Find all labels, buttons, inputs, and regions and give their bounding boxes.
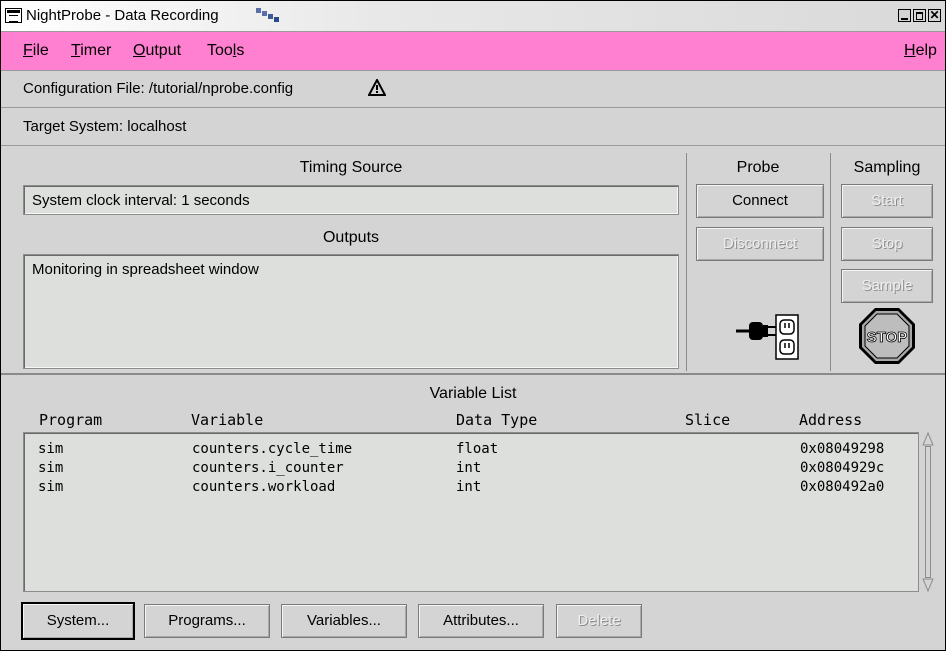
scroll-down-arrow-icon[interactable] <box>922 578 934 592</box>
divider <box>686 153 687 371</box>
cell-program: sim <box>38 441 64 457</box>
cell-data-type: int <box>456 460 482 476</box>
divider <box>830 153 831 371</box>
delete-button[interactable]: Delete <box>556 604 642 638</box>
target-system-label: Target System: localhost <box>23 118 187 135</box>
cell-data-type: float <box>456 441 499 457</box>
menu-file[interactable]: File <box>23 42 49 60</box>
target-row: Target System: localhost <box>1 109 945 146</box>
variables-button[interactable]: Variables... <box>281 604 407 638</box>
menu-output[interactable]: Output <box>133 42 181 60</box>
column-header-data-type[interactable]: Data Type <box>456 411 537 429</box>
outputs-field[interactable]: Monitoring in spreadsheet window <box>23 254 679 369</box>
app-icon[interactable] <box>5 8 22 23</box>
sample-button[interactable]: Sample <box>841 269 933 303</box>
cell-program: sim <box>38 460 64 476</box>
table-row[interactable]: sim counters.i_counter int 0x0804929c <box>24 460 914 477</box>
cell-address: 0x0804929c <box>800 460 885 476</box>
variable-list-title: Variable List <box>429 385 517 402</box>
variable-list[interactable]: sim counters.cycle_time float 0x08049298… <box>23 432 919 592</box>
column-header-program[interactable]: Program <box>39 411 102 429</box>
sampling-header: Sampling <box>853 159 921 176</box>
attributes-button[interactable]: Attributes... <box>418 604 544 638</box>
connect-button[interactable]: Connect <box>696 184 824 218</box>
menu-tools[interactable]: Tools <box>207 42 244 60</box>
stop-button[interactable]: Stop <box>841 227 933 261</box>
outputs-value: Monitoring in spreadsheet window <box>32 261 259 278</box>
start-button[interactable]: Start <box>841 184 933 218</box>
stop-sign-icon: STOP <box>859 308 915 364</box>
maximize-button[interactable] <box>913 9 926 22</box>
config-row: Configuration File: /tutorial/nprobe.con… <box>1 71 945 108</box>
close-button[interactable]: ✕ <box>928 9 941 22</box>
system-button[interactable]: System... <box>21 602 135 640</box>
minimize-button[interactable] <box>898 9 911 22</box>
scroll-up-arrow-icon[interactable] <box>922 432 934 446</box>
column-header-variable[interactable]: Variable <box>191 411 263 429</box>
cell-program: sim <box>38 479 64 495</box>
column-header-slice[interactable]: Slice <box>685 411 730 429</box>
cell-address: 0x080492a0 <box>800 479 885 495</box>
table-row[interactable]: sim counters.workload int 0x080492a0 <box>24 479 914 496</box>
main-window: NightProbe - Data Recording ✕ File Timer… <box>0 0 946 651</box>
timing-source-header: Timing Source <box>299 159 403 176</box>
programs-button[interactable]: Programs... <box>144 604 270 638</box>
warning-icon <box>368 79 386 96</box>
column-header-address[interactable]: Address <box>799 411 862 429</box>
plug-outlet-icon <box>736 314 799 360</box>
stop-sign-text: STOP <box>867 329 908 346</box>
cell-variable: counters.i_counter <box>192 460 344 476</box>
menu-timer[interactable]: Timer <box>71 42 111 60</box>
cell-variable: counters.workload <box>192 479 336 495</box>
timing-source-field[interactable]: System clock interval: 1 seconds <box>23 185 679 215</box>
menu-help[interactable]: Help <box>904 42 937 60</box>
window-title: NightProbe - Data Recording <box>26 7 219 24</box>
cell-address: 0x08049298 <box>800 441 885 457</box>
table-row[interactable]: sim counters.cycle_time float 0x08049298 <box>24 441 914 458</box>
config-file-label: Configuration File: /tutorial/nprobe.con… <box>23 80 294 97</box>
cell-data-type: int <box>456 479 482 495</box>
probe-header: Probe <box>736 159 780 176</box>
scrollbar-track[interactable] <box>925 446 931 578</box>
cell-variable: counters.cycle_time <box>192 441 353 457</box>
timing-source-value: System clock interval: 1 seconds <box>32 192 250 209</box>
title-bar[interactable]: NightProbe - Data Recording ✕ <box>1 1 945 32</box>
title-decoration <box>256 8 280 22</box>
disconnect-button[interactable]: Disconnect <box>696 227 824 261</box>
menu-bar: File Timer Output Tools Help <box>1 32 945 71</box>
vertical-scrollbar[interactable] <box>919 432 937 592</box>
bottom-button-bar: System... Programs... Variables... Attri… <box>1 596 945 648</box>
outputs-header: Outputs <box>322 229 380 246</box>
